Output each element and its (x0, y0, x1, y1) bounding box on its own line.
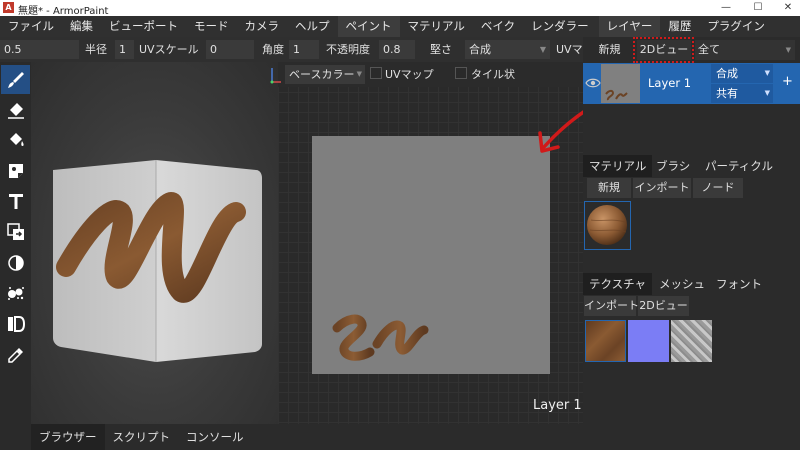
layer-blend-value: 合成 (716, 67, 738, 80)
new-material-button[interactable]: 新規 (587, 178, 631, 198)
brush-icon[interactable] (1, 65, 30, 94)
angle-field[interactable]: 0 (206, 40, 254, 59)
title-bar: A 無題* - ArmorPaint — ☐ ✕ (0, 0, 800, 17)
eraser-icon[interactable] (1, 95, 30, 124)
angle-label: 角度 (262, 43, 284, 56)
tab-meshes[interactable]: メッシュ (653, 273, 711, 295)
view-2d-layer-label: Layer 1 (533, 398, 582, 413)
axis-gizmo-icon (269, 64, 283, 84)
tab-browser[interactable]: ブラウザー (31, 424, 105, 450)
clone-icon[interactable] (1, 217, 30, 246)
new-layer-button[interactable]: 新規 (591, 40, 628, 60)
hardness-field[interactable]: 0.8 (379, 40, 415, 59)
layer-thumbnail (601, 64, 640, 103)
maximize-button[interactable]: ☐ (748, 1, 768, 15)
chevron-down-icon: ▼ (539, 45, 546, 54)
tab-particles[interactable]: パーティクル (699, 155, 779, 177)
visibility-eye-icon[interactable] (585, 76, 601, 90)
painted-cube (53, 160, 262, 362)
tab-textures[interactable]: テクスチャ (583, 273, 653, 295)
menu-edit[interactable]: 編集 (62, 16, 101, 37)
decal-icon[interactable] (1, 156, 30, 185)
wood-texture-thumbnail[interactable] (585, 320, 626, 362)
import-material-button[interactable]: インポート (633, 178, 691, 198)
text-icon[interactable] (1, 186, 30, 215)
uv-scale-field[interactable]: 1 (115, 40, 134, 59)
chevron-down-icon: ▼ (356, 70, 362, 78)
tab-material[interactable]: マテリアル (400, 16, 473, 37)
layer-name[interactable]: Layer 1 (648, 76, 691, 90)
add-layer-button[interactable]: + (782, 74, 793, 89)
viewport-3d[interactable] (31, 62, 278, 424)
bottom-tab-bar: ブラウザー スクリプト コンソール (31, 424, 583, 450)
tool-column (0, 62, 31, 450)
blend-mode-select[interactable]: 合成 ▼ (465, 40, 550, 59)
menu-help[interactable]: ヘルプ (287, 16, 338, 37)
uv-map-label: UVマ (556, 43, 583, 56)
tab-plugins[interactable]: プラグイン (699, 16, 773, 37)
uv-scale-label: UVスケール (139, 43, 199, 56)
layer-mode-value: 共有 (716, 87, 738, 100)
import-texture-button[interactable]: インポート (584, 296, 639, 316)
blur-icon[interactable] (1, 248, 30, 277)
menu-file[interactable]: ファイル (0, 16, 62, 37)
hardness-label: 堅さ (430, 43, 452, 56)
stone-texture-thumbnail[interactable] (671, 320, 712, 362)
opacity-label: 不透明度 (326, 43, 370, 56)
menu-camera[interactable]: カメラ (237, 16, 288, 37)
layer-mode-select[interactable]: 共有 ▼ (711, 84, 773, 103)
color-picker-icon[interactable] (1, 340, 30, 369)
tab-brushes[interactable]: ブラシ (650, 155, 696, 177)
opacity-field[interactable]: 1 (289, 40, 319, 59)
painted-strokes (332, 314, 429, 361)
tab-history[interactable]: 履歴 (660, 16, 699, 37)
view-2d-toolbar: ベースカラー ▼ UVマップ タイル状 (270, 62, 583, 87)
texture-canvas[interactable] (312, 136, 550, 374)
layer-strokes-icon (605, 89, 628, 101)
window-title: 無題* - ArmorPaint (18, 6, 109, 17)
blend-mode-value: 合成 (469, 43, 491, 56)
tab-console[interactable]: コンソール (178, 424, 252, 450)
radius-label: 半径 (85, 43, 107, 56)
layer-blend-select[interactable]: 合成 ▼ (711, 64, 773, 83)
layer-filter-select[interactable]: 全て ▼ (695, 40, 795, 60)
bake-icon[interactable] (1, 309, 30, 338)
highlight-box (633, 37, 694, 63)
tab-script[interactable]: スクリプト (105, 424, 179, 450)
tab-layers[interactable]: レイヤー (598, 16, 661, 37)
channel-select[interactable]: ベースカラー ▼ (285, 65, 365, 84)
menu-mode[interactable]: モード (186, 16, 237, 37)
tab-bake[interactable]: ベイク (473, 16, 523, 37)
tiled-label: タイル状 (471, 68, 515, 81)
menu-viewport[interactable]: ビューポート (101, 16, 186, 37)
fill-icon[interactable] (1, 125, 30, 154)
channel-value: ベースカラー (289, 68, 355, 81)
brush-toolbar: 0.5 半径 1 UVスケール 0 角度 1 不透明度 0.8 堅さ 合成 ▼ … (0, 37, 583, 62)
particle-icon[interactable] (1, 278, 30, 307)
tab-renderer[interactable]: レンダラー (523, 16, 597, 37)
app-logo-icon: A (3, 2, 14, 13)
tab-paint[interactable]: ペイント (337, 16, 400, 37)
uv-map-label: UVマップ (385, 68, 434, 81)
chevron-down-icon: ▼ (785, 46, 791, 54)
menu-bar: ファイル 編集 ビューポート モード カメラ ヘルプ ペイント マテリアル ベイ… (0, 16, 800, 37)
chevron-down-icon: ▼ (764, 89, 770, 97)
minimize-button[interactable]: — (716, 1, 736, 15)
layer-row[interactable]: Layer 1 合成 ▼ 共有 ▼ + (583, 63, 800, 104)
textures-2d-view-button[interactable]: 2Dビュー (638, 296, 689, 316)
radius-field[interactable]: 0.5 (0, 40, 79, 59)
chevron-down-icon: ▼ (764, 69, 770, 77)
tiled-checkbox[interactable] (455, 67, 467, 79)
uv-map-checkbox[interactable] (370, 67, 382, 79)
layer-filter-value: 全て (698, 43, 720, 56)
wood-sphere-icon (587, 205, 627, 245)
normal-map-thumbnail[interactable] (628, 320, 669, 362)
tab-materials[interactable]: マテリアル (583, 155, 653, 177)
tab-fonts[interactable]: フォント (710, 273, 768, 295)
close-button[interactable]: ✕ (778, 1, 798, 15)
material-thumbnail[interactable] (584, 201, 631, 250)
node-button[interactable]: ノード (693, 178, 743, 198)
